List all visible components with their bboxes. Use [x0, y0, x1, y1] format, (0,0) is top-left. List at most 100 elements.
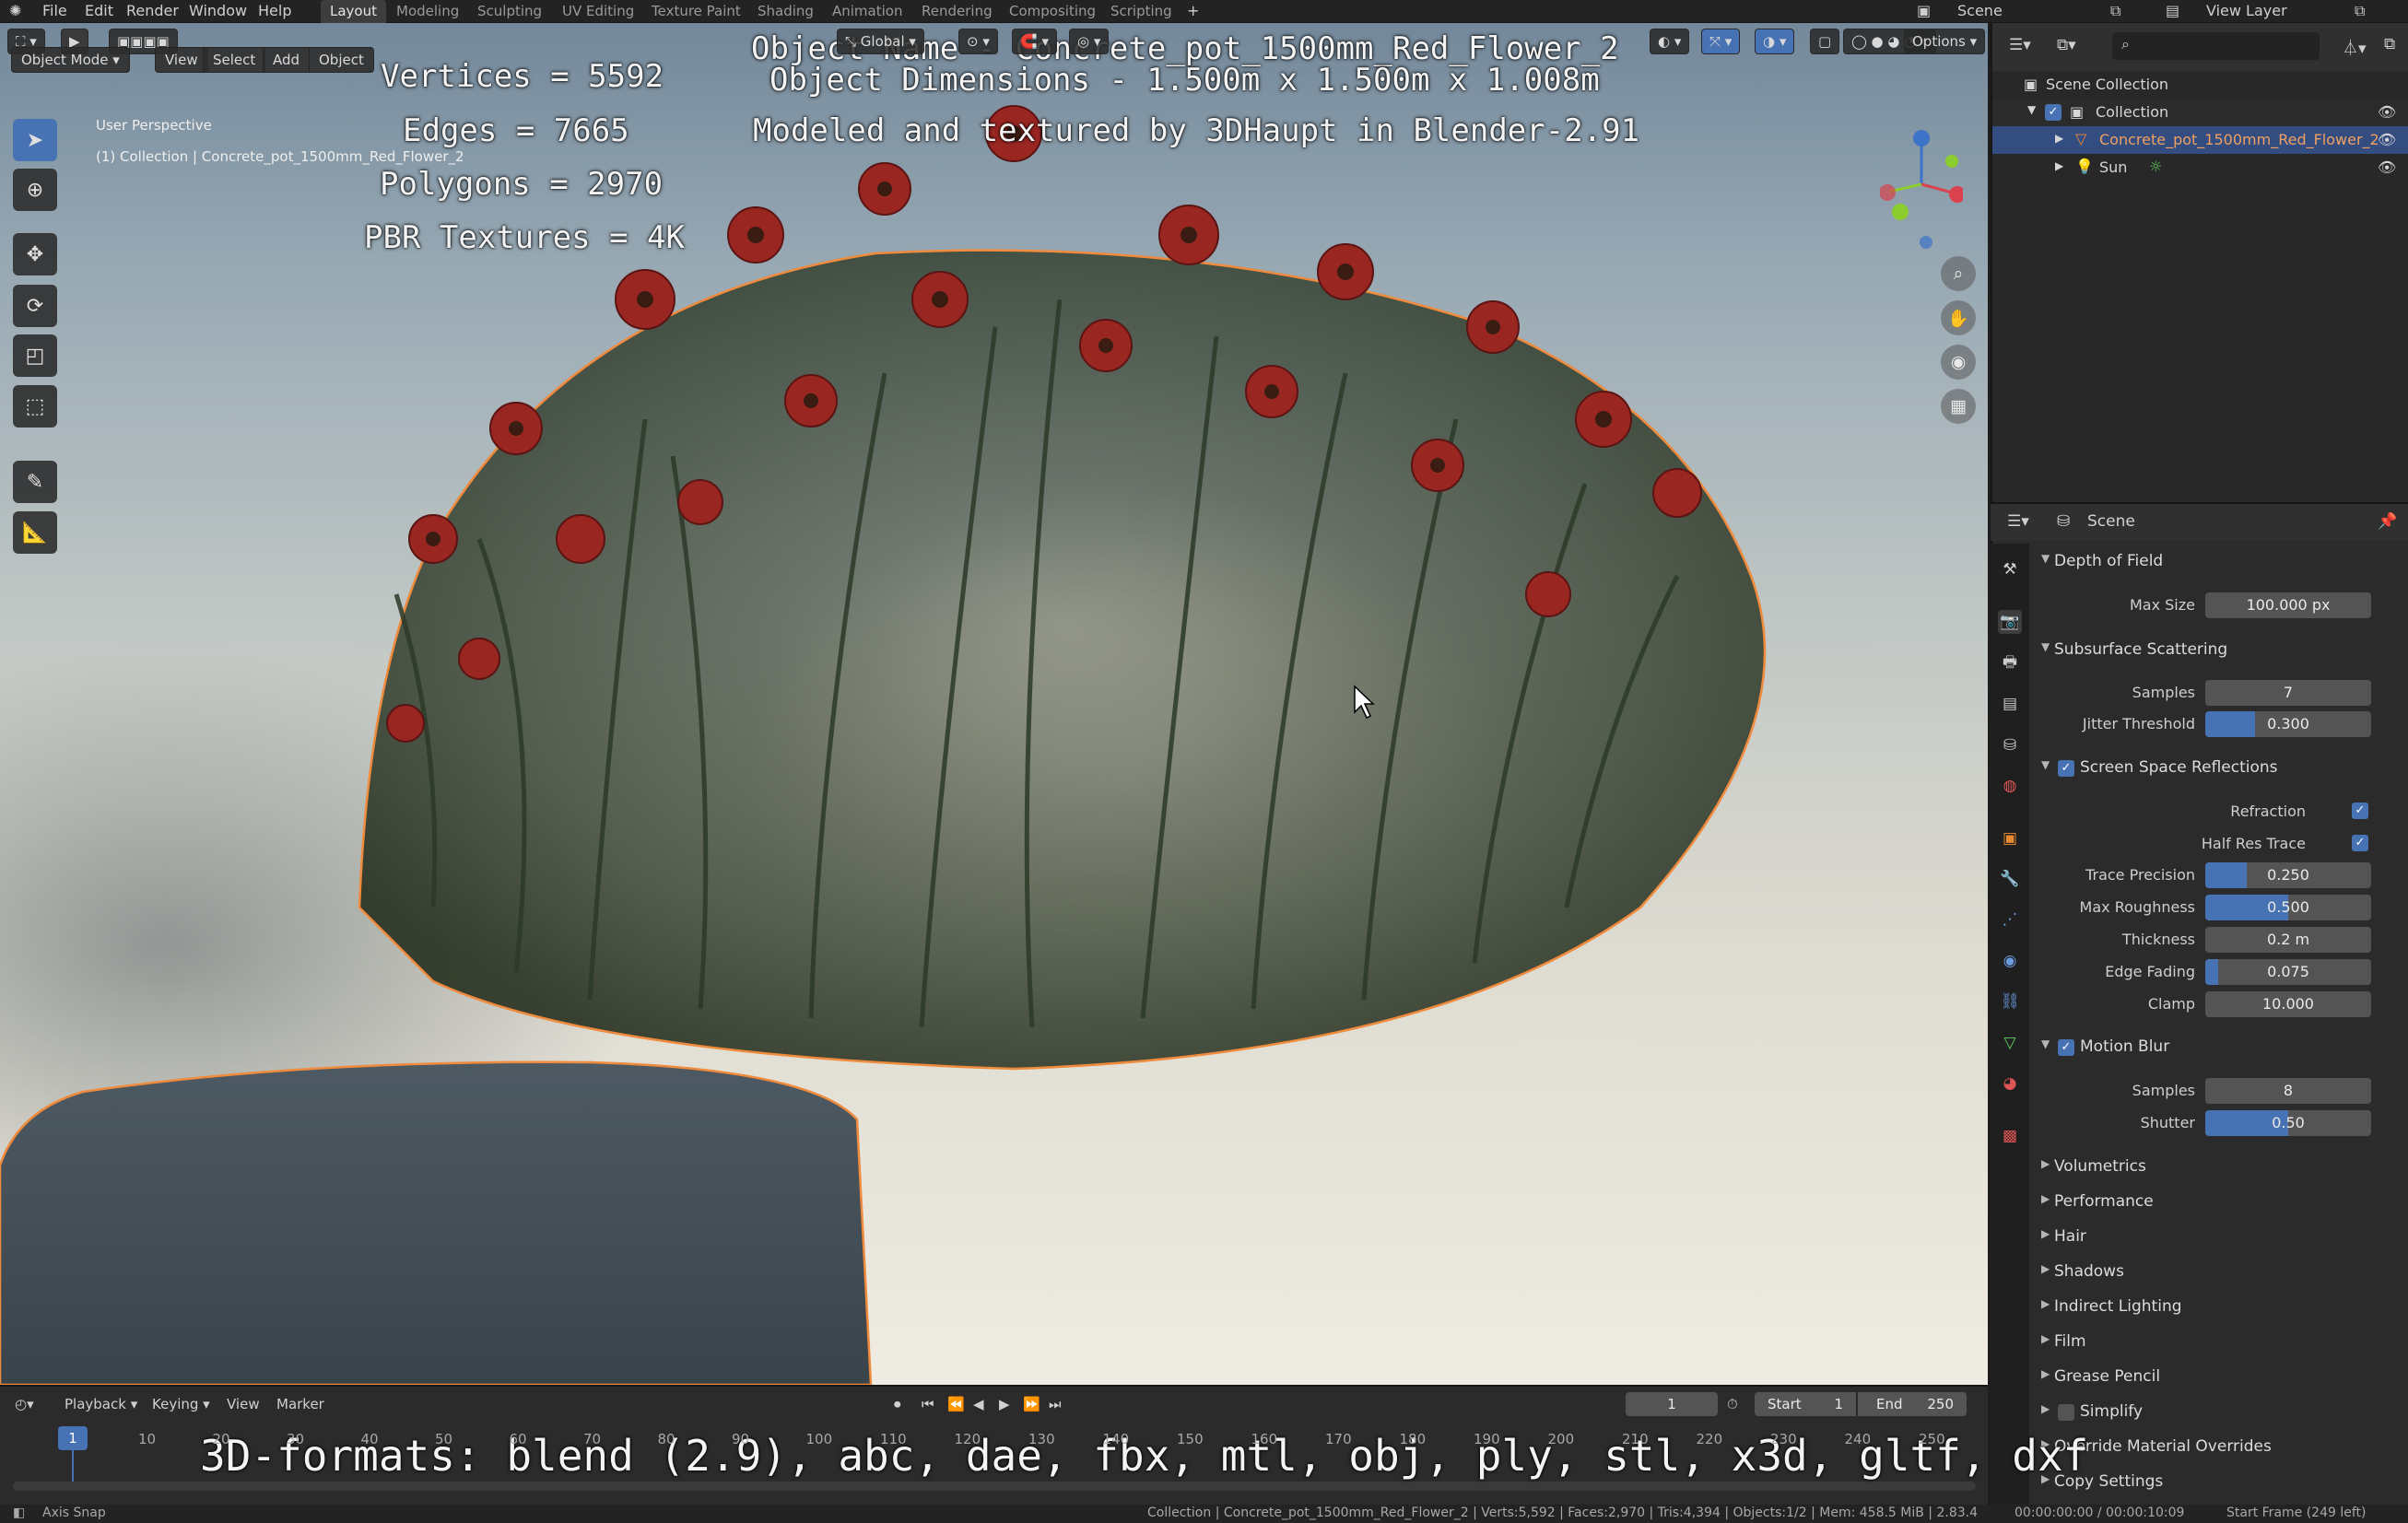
section-film[interactable]: ▶ Film	[2030, 1327, 2408, 1358]
tab-shading[interactable]: Shading	[748, 0, 823, 23]
transform-tool[interactable]: ⬚	[13, 385, 57, 428]
marker-menu[interactable]: Marker	[276, 1396, 324, 1412]
menu-help[interactable]: Help	[258, 2, 291, 19]
object-tab-icon[interactable]: ▣	[1998, 826, 2022, 850]
xray-icon[interactable]: ▢	[1810, 29, 1840, 54]
menu-render[interactable]: Render	[126, 2, 179, 19]
jump-start-icon[interactable]: ⏮	[922, 1396, 934, 1412]
scene-tab-icon[interactable]: ⛁	[1998, 733, 2022, 757]
stopwatch-icon[interactable]: ⏱	[1727, 1396, 1738, 1412]
sss-samples-field[interactable]: 7	[2205, 680, 2371, 706]
scene-selector[interactable]: Scene	[1957, 2, 2003, 19]
filter-icon[interactable]: ⏃▾	[2343, 35, 2367, 58]
pan-hand-icon[interactable]: ✋	[1941, 300, 1976, 335]
section-simplify[interactable]: ▶ Simplify	[2030, 1397, 2408, 1428]
max-roughness-slider[interactable]: 0.500	[2205, 895, 2371, 920]
eye-icon[interactable]: 👁	[2378, 158, 2396, 176]
tab-uv-editing[interactable]: UV Editing	[553, 0, 643, 23]
section-grease-pencil[interactable]: ▶ Grease Pencil	[2030, 1362, 2408, 1393]
proportional-edit-icon[interactable]: ◎ ▾	[1069, 29, 1110, 54]
simplify-checkbox[interactable]	[2058, 1404, 2074, 1421]
playback-menu[interactable]: Playback ▾	[65, 1396, 137, 1412]
outliner-sun-row[interactable]: ▶ 💡 Sun ☼ 👁	[1992, 154, 2408, 182]
tab-texture-paint[interactable]: Texture Paint	[642, 0, 750, 23]
shutter-slider[interactable]: 0.50	[2205, 1110, 2371, 1136]
section-indirect-lighting[interactable]: ▶ Indirect Lighting	[2030, 1292, 2408, 1323]
scale-tool[interactable]: ◰	[13, 334, 57, 377]
mb-samples-field[interactable]: 8	[2205, 1078, 2371, 1104]
new-view-layer-icon[interactable]: ⧉	[2355, 2, 2365, 20]
overlays-toggle-icon[interactable]: ◑ ▾	[1755, 29, 1795, 54]
keying-menu[interactable]: Keying ▾	[152, 1396, 210, 1412]
view-layer-selector[interactable]: View Layer	[2206, 2, 2287, 19]
object-menu[interactable]: Object	[309, 47, 374, 73]
move-tool[interactable]: ✥	[13, 233, 57, 275]
zoom-icon[interactable]: ⌕	[1941, 256, 1976, 291]
select-menu[interactable]: Select	[203, 47, 266, 73]
outliner-collection[interactable]: ▼ ✓ ▣ Collection 👁	[1992, 99, 2408, 126]
cursor-tool[interactable]: ⊕	[13, 169, 57, 211]
view-layer-icon[interactable]: ▤	[2166, 2, 2179, 19]
add-workspace-icon[interactable]: +	[1187, 2, 1199, 19]
tab-modeling[interactable]: Modeling	[387, 0, 468, 23]
options-dropdown[interactable]: Options ▾	[1904, 29, 1986, 54]
eye-icon[interactable]: 👁	[2378, 131, 2396, 148]
playhead-frame[interactable]: 1	[58, 1426, 88, 1450]
axis-gizmo[interactable]	[1880, 120, 1963, 249]
clamp-field[interactable]: 10.000	[2205, 991, 2371, 1017]
tab-compositing[interactable]: Compositing	[1000, 0, 1105, 23]
grid-perspective-icon[interactable]: ▦	[1941, 389, 1976, 424]
start-frame-field[interactable]: Start 1	[1755, 1392, 1856, 1416]
next-keyframe-icon[interactable]: ⏩	[1023, 1396, 1040, 1412]
tab-scripting[interactable]: Scripting	[1101, 0, 1181, 23]
current-frame-field[interactable]: 1	[1626, 1392, 1718, 1416]
outliner-object-row[interactable]: ▶ ▽ Concrete_pot_1500mm_Red_Flower_2 👁	[1992, 126, 2408, 154]
section-motion-blur[interactable]: ▼ ✓ Motion Blur	[2030, 1032, 2408, 1063]
menu-edit[interactable]: Edit	[85, 2, 113, 19]
menu-window[interactable]: Window	[189, 2, 247, 19]
tab-animation[interactable]: Animation	[823, 0, 911, 23]
prev-keyframe-icon[interactable]: ⏪	[947, 1396, 965, 1412]
expand-arrow-icon[interactable]: ▶	[2055, 132, 2063, 145]
data-tab-icon[interactable]: ▽	[1998, 1031, 2022, 1055]
timeline-scrollbar[interactable]	[13, 1482, 1976, 1491]
section-shadows[interactable]: ▶ Shadows	[2030, 1257, 2408, 1288]
section-subsurface-scattering[interactable]: ▼ Subsurface Scattering	[2030, 635, 2408, 666]
visibility-icon[interactable]: ◐ ▾	[1650, 29, 1690, 54]
section-performance[interactable]: ▶ Performance	[2030, 1187, 2408, 1218]
add-menu[interactable]: Add	[263, 47, 311, 73]
tool-tab-icon[interactable]: ⚒	[1998, 557, 2022, 581]
pivot-icon[interactable]: ⊙ ▾	[958, 29, 998, 54]
section-screen-space-reflections[interactable]: ▼ ✓ Screen Space Reflections	[2030, 753, 2408, 784]
timeline-editor-icon[interactable]: ◴▾	[15, 1396, 34, 1412]
gizmo-toggle-icon[interactable]: ⤧ ▾	[1701, 29, 1741, 54]
measure-tool[interactable]: 📐	[13, 511, 57, 554]
3d-viewport[interactable]: Vertices = 5592 Edges = 7665 Polygons = …	[0, 23, 1988, 1385]
menu-file[interactable]: File	[42, 2, 67, 19]
scene-icon[interactable]: ▣	[1917, 2, 1931, 19]
new-collection-icon[interactable]: ⧉	[2384, 35, 2395, 53]
section-hair[interactable]: ▶ Hair	[2030, 1222, 2408, 1253]
select-box-tool[interactable]: ➤	[13, 119, 57, 161]
section-volumetrics[interactable]: ▶ Volumetrics	[2030, 1152, 2408, 1183]
eye-icon[interactable]: 👁	[2378, 103, 2396, 121]
max-size-field[interactable]: 100.000 px	[2205, 592, 2371, 618]
half-res-trace-checkbox[interactable]: ✓	[2352, 835, 2368, 851]
snap-icon[interactable]: 🧲 ▾	[1012, 29, 1057, 54]
jitter-threshold-slider[interactable]: 0.300	[2205, 711, 2371, 737]
collection-checkbox[interactable]: ✓	[2045, 104, 2061, 121]
tab-layout[interactable]: Layout	[321, 0, 386, 23]
motion-blur-checkbox[interactable]: ✓	[2058, 1039, 2074, 1056]
object-mode-select[interactable]: Object Mode ▾	[11, 47, 130, 73]
new-scene-icon[interactable]: ⧉	[2110, 2, 2120, 20]
rotate-tool[interactable]: ⟳	[13, 285, 57, 327]
trace-precision-slider[interactable]: 0.250	[2205, 862, 2371, 888]
outliner-search-input[interactable]	[2112, 32, 2320, 60]
pin-icon[interactable]: 📌	[2378, 512, 2397, 531]
transform-orientation-select[interactable]: ⤡ Global ▾	[837, 29, 924, 54]
timeline-view-menu[interactable]: View	[227, 1396, 260, 1412]
thickness-field[interactable]: 0.2 m	[2205, 927, 2371, 953]
output-tab-icon[interactable]: 🖶	[1998, 650, 2022, 674]
play-reverse-icon[interactable]: ◀	[973, 1396, 984, 1412]
ssr-enable-checkbox[interactable]: ✓	[2058, 760, 2074, 777]
